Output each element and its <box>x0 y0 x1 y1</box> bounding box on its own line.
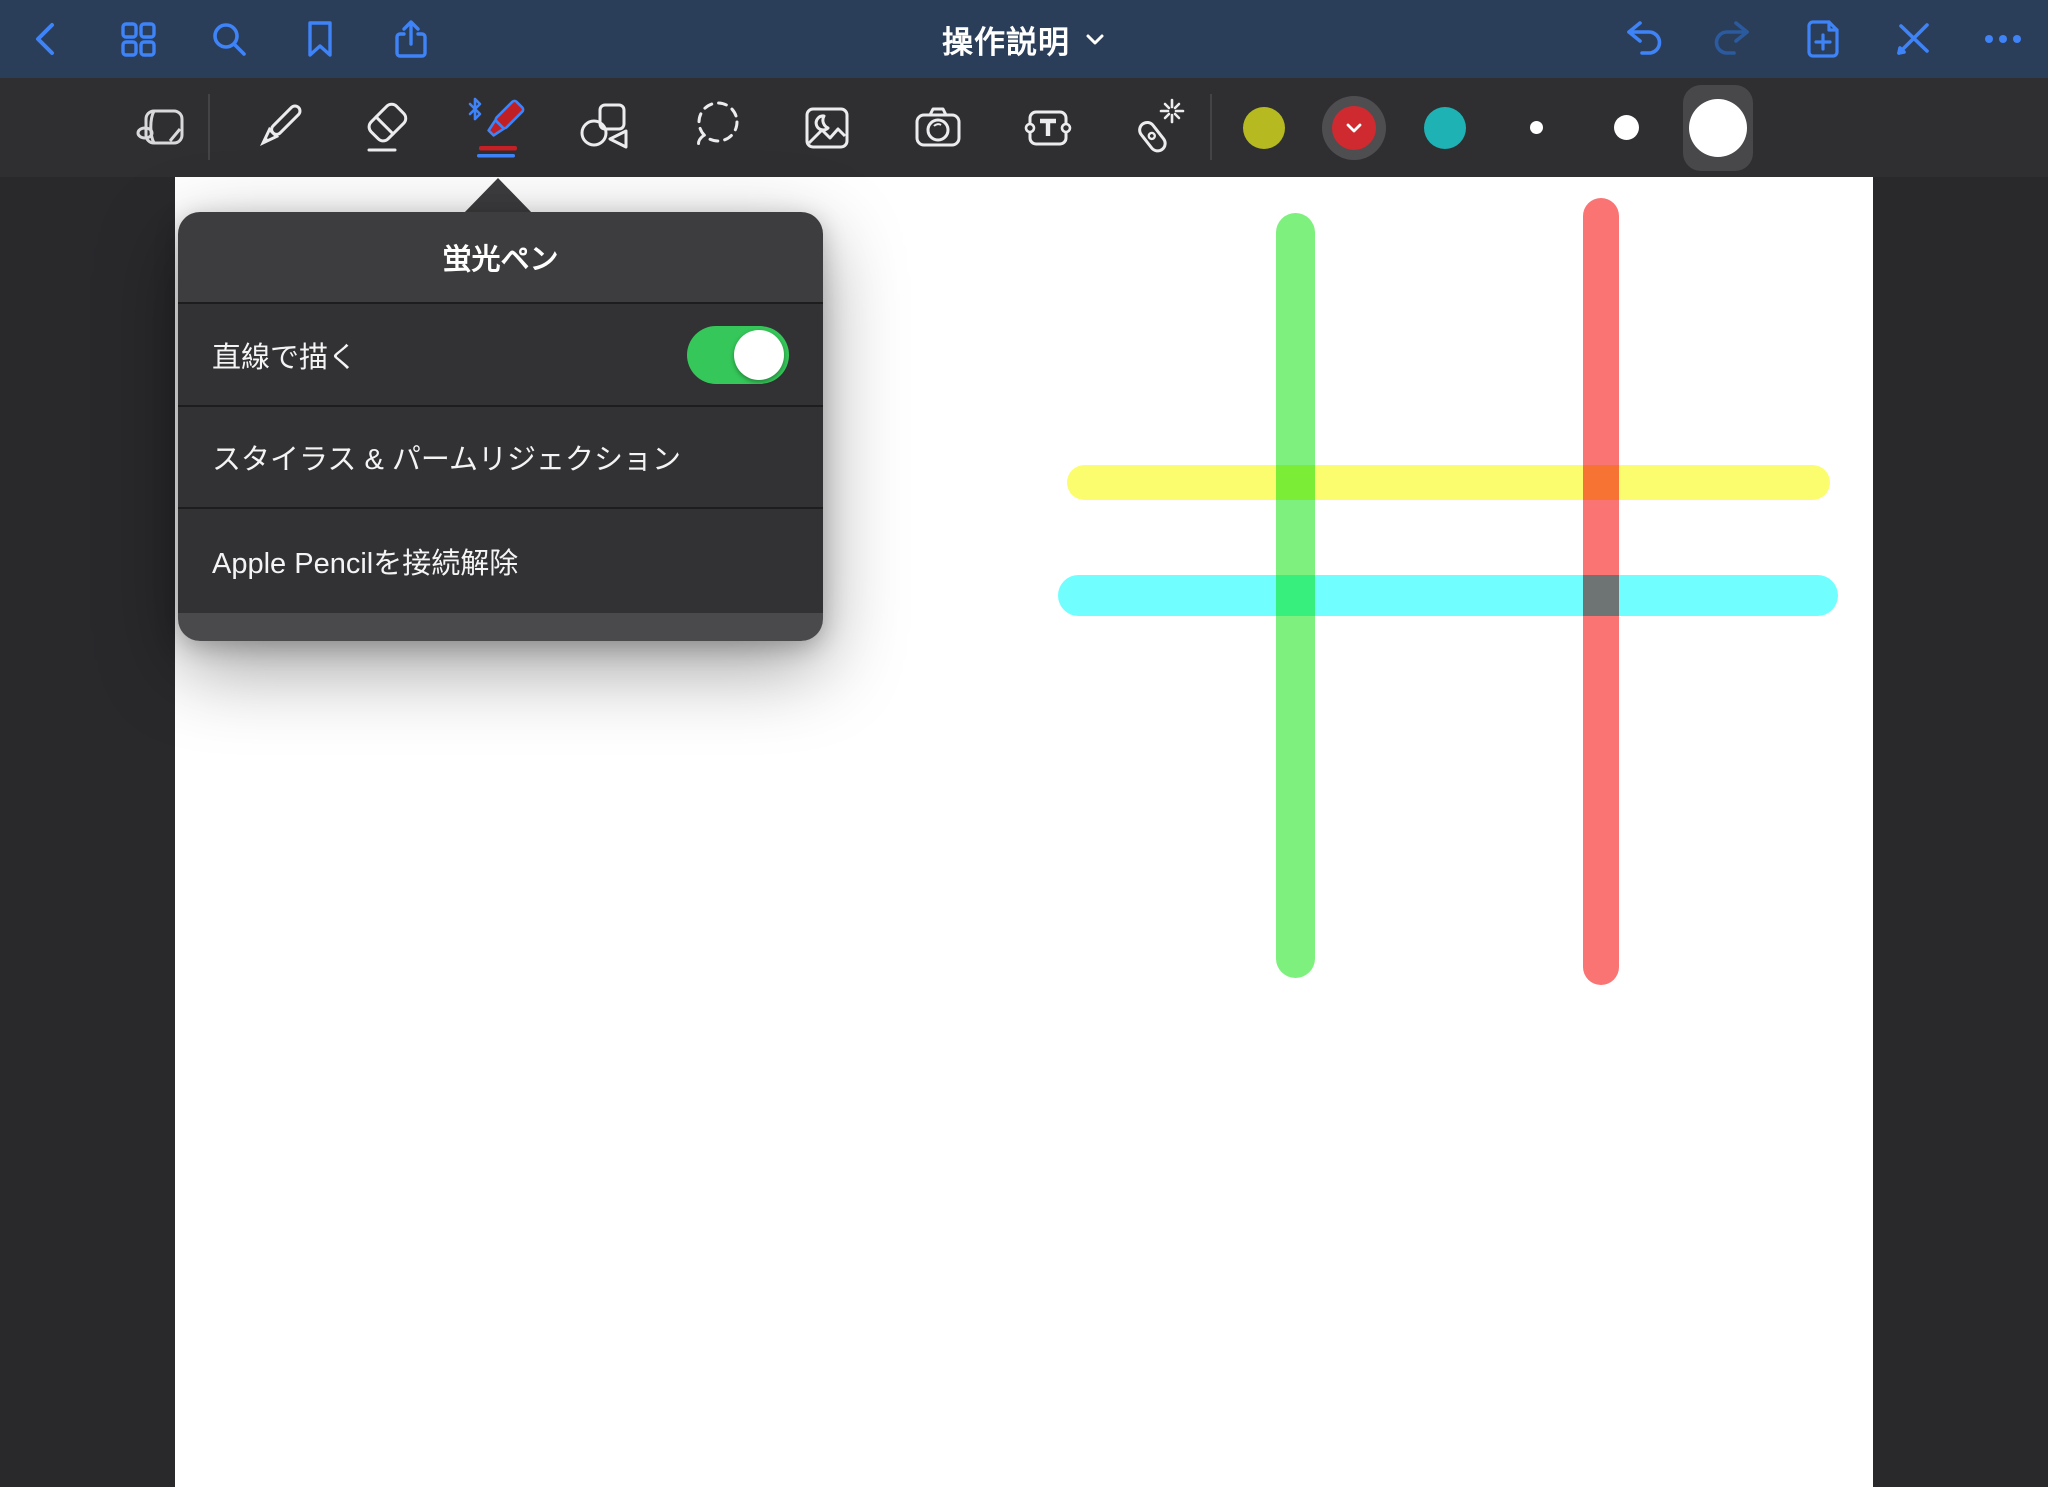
disconnect-apple-pencil-row[interactable]: Apple Pencilを接続解除 <box>178 507 823 613</box>
popover-footer-strip <box>178 613 823 641</box>
top-navigation-bar: 操作説明 <box>0 0 2048 78</box>
selected-color-ring <box>1322 95 1386 160</box>
redo-icon <box>1714 21 1749 55</box>
color-swatch-teal[interactable] <box>1410 93 1480 163</box>
view-mode-icon <box>136 109 184 144</box>
back-chevron-icon <box>36 23 54 55</box>
search-button[interactable] <box>206 16 252 62</box>
red-color-circle <box>1332 105 1376 150</box>
add-page-icon <box>1807 20 1839 58</box>
drawing-toolbar <box>0 78 2048 177</box>
bookmark-icon <box>308 21 332 57</box>
shapes-icon <box>580 103 628 148</box>
lasso-tool-button[interactable] <box>681 93 751 163</box>
highlighter-icon-selected <box>468 97 525 157</box>
share-button[interactable] <box>388 16 434 62</box>
eraser-tool-button[interactable] <box>353 93 423 163</box>
selected-size-highlight <box>1683 84 1753 171</box>
bookmark-button[interactable] <box>297 16 343 62</box>
toggle-knob <box>734 329 784 380</box>
popover-arrow <box>463 178 533 214</box>
toolbar-separator <box>1210 94 1212 160</box>
draw-straight-line-row: 直線で描く <box>178 302 823 405</box>
stroke-size-large-button-selected[interactable] <box>1683 84 1753 171</box>
laser-pointer-icon <box>1138 98 1185 152</box>
title-chevron-down-icon <box>1086 34 1104 45</box>
eraser-icon <box>367 102 408 151</box>
pen-tool-button[interactable] <box>243 93 313 163</box>
add-page-button[interactable] <box>1800 16 1846 62</box>
text-tool-button[interactable] <box>1013 93 1083 163</box>
pencil-slash-icon <box>1897 23 1929 55</box>
search-icon <box>213 23 246 56</box>
back-button[interactable] <box>24 16 70 62</box>
toolbar-separator <box>208 94 210 160</box>
undo-icon <box>1627 21 1662 55</box>
color-swatch-red-selected[interactable] <box>1319 93 1389 163</box>
top-bar-left-group <box>0 16 434 62</box>
notes-app-window: 操作説明 蛍光ペン 直線で描く スタイラス & パームリジェクション Apple… <box>0 0 2048 1487</box>
camera-tool-button[interactable] <box>903 93 973 163</box>
highlighter-settings-popover: 蛍光ペン 直線で描く スタイラス & パームリジェクション Apple Penc… <box>178 212 823 641</box>
disconnect-apple-pencil-label: Apple Pencilを接続解除 <box>212 548 519 580</box>
stylus-palm-rejection-label: スタイラス & パームリジェクション <box>212 444 682 476</box>
share-icon <box>395 20 427 58</box>
pen-icon <box>259 104 302 146</box>
thumbnails-button[interactable] <box>115 16 161 62</box>
olive-color-circle <box>1243 106 1285 149</box>
more-button[interactable] <box>1980 16 2026 62</box>
draw-straight-line-label: 直線で描く <box>212 341 358 374</box>
view-mode-button[interactable] <box>128 93 198 163</box>
stroke-size-small-button[interactable] <box>1501 93 1571 163</box>
top-bar-right-group <box>1620 0 2026 78</box>
stylus-palm-rejection-row[interactable]: スタイラス & パームリジェクション <box>178 405 823 507</box>
undo-button[interactable] <box>1620 16 1666 62</box>
highlighter-stroke-yellow-horizontal <box>1067 465 1830 500</box>
medium-size-dot <box>1613 115 1639 140</box>
teal-color-circle <box>1424 106 1466 149</box>
highlighter-stroke-cyan-horizontal <box>1058 575 1838 616</box>
color-swatch-olive[interactable] <box>1229 93 1299 163</box>
swatch-chevron-down-icon <box>1346 123 1362 132</box>
small-size-dot <box>1529 121 1543 134</box>
text-tool-icon <box>1024 110 1072 145</box>
lasso-icon <box>697 101 739 149</box>
redo-button[interactable] <box>1710 16 1756 62</box>
draw-straight-line-toggle-on[interactable] <box>687 325 789 384</box>
stroke-size-medium-button[interactable] <box>1591 93 1661 163</box>
thumbnails-grid-icon <box>121 22 156 57</box>
image-icon <box>805 107 849 148</box>
document-title-button[interactable]: 操作説明 <box>942 0 1106 78</box>
camera-icon <box>915 107 961 146</box>
highlighter-tool-button[interactable] <box>461 93 531 163</box>
popover-title: 蛍光ペン <box>178 212 823 302</box>
laser-pointer-tool-button[interactable] <box>1122 93 1192 163</box>
image-tool-button[interactable] <box>792 93 862 163</box>
document-title: 操作説明 <box>942 24 1070 60</box>
large-size-dot <box>1689 98 1747 157</box>
ellipsis-icon <box>1985 35 2021 43</box>
pencil-disconnect-button[interactable] <box>1890 16 1936 62</box>
shapes-tool-button[interactable] <box>570 93 640 163</box>
